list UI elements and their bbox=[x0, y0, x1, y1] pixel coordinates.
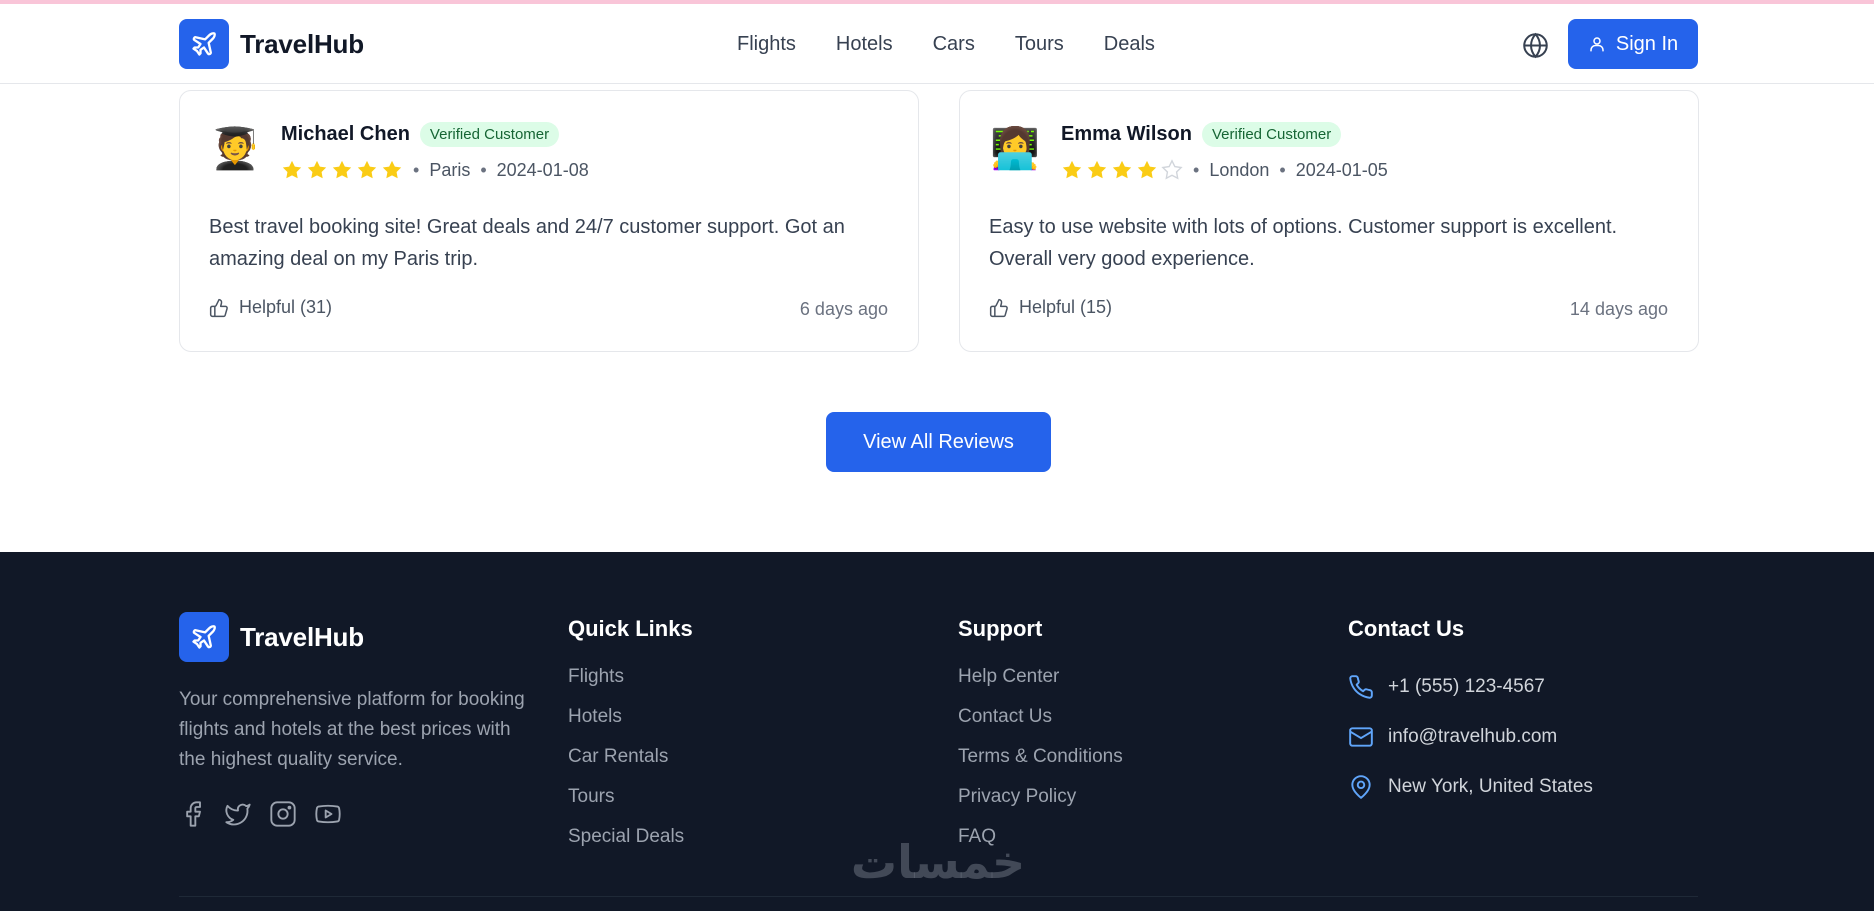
support-column: Support Help Center Contact Us Terms & C… bbox=[958, 616, 1123, 862]
footer-brand-name: TravelHub bbox=[240, 621, 364, 652]
separator-dot: • bbox=[1279, 159, 1286, 180]
nav-flights[interactable]: Flights bbox=[737, 30, 796, 58]
user-icon bbox=[1590, 37, 1604, 52]
watermark-logo: خمسات bbox=[851, 835, 1025, 889]
support-title: Support bbox=[958, 616, 1043, 641]
avatar: 👩‍💻 bbox=[990, 127, 1040, 171]
map-pin-icon bbox=[1351, 775, 1371, 799]
site-header: TravelHub Flights Hotels Cars Tours Deal… bbox=[0, 4, 1874, 84]
thumbs-up-icon bbox=[209, 298, 228, 317]
helpful-count: Helpful (15) bbox=[1019, 297, 1113, 317]
helpful-button[interactable]: Helpful (15) bbox=[989, 297, 1112, 318]
star-icon bbox=[1062, 160, 1082, 179]
review-date: 2024-01-08 bbox=[496, 159, 589, 180]
footer-link-tours[interactable]: Tours bbox=[568, 782, 693, 822]
separator-dot: • bbox=[1193, 159, 1200, 180]
review-card: 👩‍💻 Emma Wilson Verified Customer • Lond… bbox=[959, 90, 1699, 352]
address: New York, United States bbox=[1388, 776, 1593, 797]
nav-tours[interactable]: Tours bbox=[1015, 30, 1064, 58]
star-rating bbox=[1061, 159, 1183, 181]
footer-description: Your comprehensive platform for booking … bbox=[179, 689, 525, 770]
footer-link-flights[interactable]: Flights bbox=[568, 662, 693, 702]
star-icon bbox=[357, 160, 377, 179]
helpful-button[interactable]: Helpful (31) bbox=[209, 297, 332, 318]
nav-deals[interactable]: Deals bbox=[1104, 30, 1155, 58]
footer-link-help-center[interactable]: Help Center bbox=[958, 662, 1123, 702]
facebook-icon[interactable] bbox=[179, 800, 207, 828]
brand-name: TravelHub bbox=[240, 28, 364, 59]
email-address: info@travelhub.com bbox=[1388, 726, 1558, 747]
star-icon bbox=[1087, 160, 1107, 179]
plane-icon bbox=[179, 19, 229, 69]
verified-badge: Verified Customer bbox=[419, 122, 560, 147]
footer-brand[interactable]: TravelHub bbox=[179, 612, 364, 662]
instagram-icon[interactable] bbox=[269, 800, 297, 828]
avatar: 🧑‍🎓 bbox=[210, 127, 260, 171]
review-age: 14 days ago bbox=[1569, 299, 1668, 319]
phone-icon bbox=[1349, 675, 1373, 699]
star-icon bbox=[282, 160, 302, 179]
contact-title: Contact Us bbox=[1348, 616, 1465, 641]
star-rating bbox=[281, 159, 403, 181]
review-text: Easy to use website with lots of options… bbox=[989, 216, 1618, 270]
footer-link-hotels[interactable]: Hotels bbox=[568, 702, 693, 742]
star-icon bbox=[332, 160, 352, 179]
youtube-icon[interactable] bbox=[314, 800, 342, 828]
footer-link-privacy[interactable]: Privacy Policy bbox=[958, 782, 1123, 822]
phone-number: +1 (555) 123-4567 bbox=[1388, 676, 1545, 697]
main-nav: Flights Hotels Cars Tours Deals bbox=[737, 30, 1195, 58]
contact-phone[interactable]: +1 (555) 123-4567 bbox=[1348, 662, 1593, 712]
footer-divider bbox=[179, 896, 1698, 897]
mail-icon bbox=[1349, 727, 1373, 747]
star-icon bbox=[1137, 160, 1157, 179]
helpful-count: Helpful (31) bbox=[239, 297, 333, 317]
social-links bbox=[179, 800, 342, 828]
footer-link-special-deals[interactable]: Special Deals bbox=[568, 822, 693, 862]
sign-in-label: Sign In bbox=[1615, 32, 1679, 55]
contact-address: New York, United States bbox=[1348, 762, 1593, 812]
review-location: London bbox=[1209, 159, 1270, 180]
review-date: 2024-01-05 bbox=[1295, 159, 1388, 180]
separator-dot: • bbox=[413, 159, 420, 180]
reviewer-name: Michael Chen bbox=[281, 123, 410, 145]
footer-link-car-rentals[interactable]: Car Rentals bbox=[568, 742, 693, 782]
review-card: 🧑‍🎓 Michael Chen Verified Customer • Par… bbox=[179, 90, 919, 352]
star-icon bbox=[307, 160, 327, 179]
review-location: Paris bbox=[429, 159, 471, 180]
view-all-reviews-button[interactable]: View All Reviews bbox=[826, 412, 1051, 472]
nav-cars[interactable]: Cars bbox=[933, 30, 975, 58]
contact-column: Contact Us +1 (555) 123-4567 info@travel… bbox=[1348, 616, 1593, 812]
brand-logo-link[interactable]: TravelHub bbox=[179, 19, 364, 69]
thumbs-up-icon bbox=[989, 298, 1008, 317]
verified-badge: Verified Customer bbox=[1201, 122, 1342, 147]
footer-link-terms[interactable]: Terms & Conditions bbox=[958, 742, 1123, 782]
review-text: Best travel booking site! Great deals an… bbox=[209, 216, 845, 270]
review-age: 6 days ago bbox=[799, 299, 888, 319]
svg-text:خمسات: خمسات bbox=[851, 835, 1025, 889]
star-icon bbox=[1112, 160, 1132, 179]
quick-links-title: Quick Links bbox=[568, 616, 693, 641]
contact-email[interactable]: info@travelhub.com bbox=[1348, 712, 1593, 762]
sign-in-button[interactable]: Sign In bbox=[1568, 19, 1698, 69]
globe-icon[interactable] bbox=[1522, 32, 1549, 59]
nav-hotels[interactable]: Hotels bbox=[836, 30, 893, 58]
reviewer-name: Emma Wilson bbox=[1061, 123, 1192, 145]
twitter-icon[interactable] bbox=[224, 800, 252, 828]
footer-link-contact-us[interactable]: Contact Us bbox=[958, 702, 1123, 742]
quick-links-column: Quick Links Flights Hotels Car Rentals T… bbox=[568, 616, 693, 862]
star-icon bbox=[382, 160, 402, 179]
star-empty-icon bbox=[1161, 159, 1183, 180]
plane-icon bbox=[179, 612, 229, 662]
separator-dot: • bbox=[480, 159, 487, 180]
